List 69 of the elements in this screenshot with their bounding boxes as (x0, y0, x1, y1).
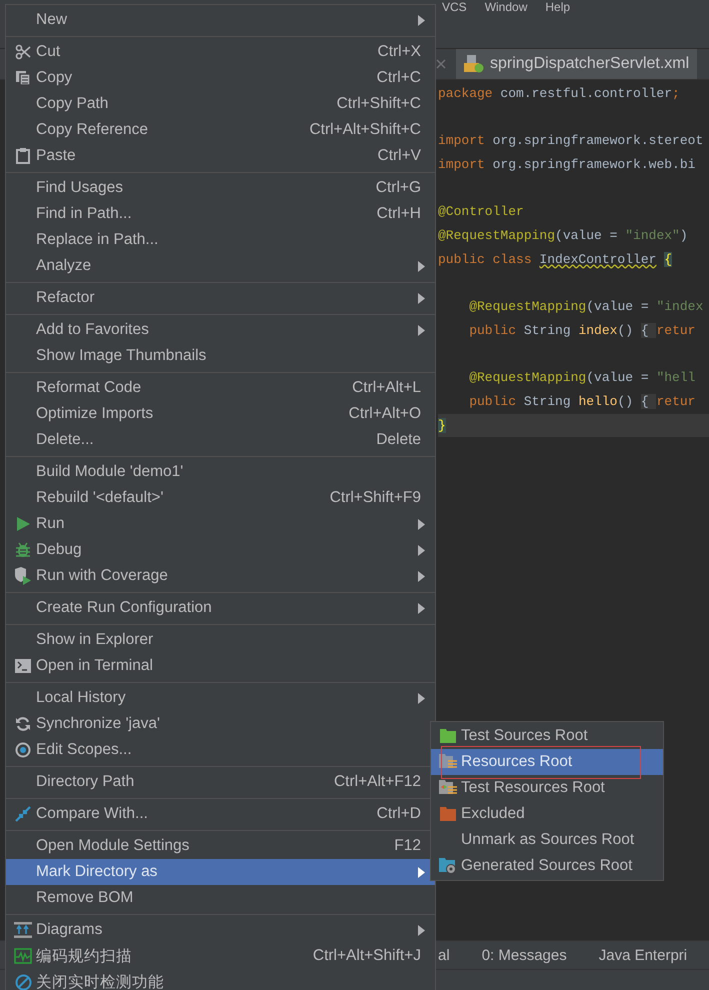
sync-icon (15, 716, 31, 732)
code-line: public String index() { retur (468, 322, 696, 340)
menu-item[interactable]: Refactor (6, 285, 435, 311)
menu-item[interactable]: Paste Ctrl+V (6, 143, 435, 169)
menu-item[interactable]: Run (6, 511, 435, 537)
menu-item[interactable]: Analyze (6, 253, 435, 279)
menu-item[interactable]: Reformat Code Ctrl+Alt+L (6, 375, 435, 401)
code-line: package com.restful.controller; (438, 85, 681, 103)
menu-item[interactable]: Build Module 'demo1' (6, 459, 435, 485)
menu-item[interactable]: Run with Coverage (6, 563, 435, 589)
menu-item[interactable]: Copy Ctrl+C (6, 65, 435, 91)
menu-item[interactable]: Create Run Configuration (6, 595, 435, 621)
bug-icon (15, 542, 31, 558)
gear-folder-icon (439, 858, 457, 874)
target-icon (15, 742, 31, 758)
code-line: @RequestMapping(value = "index (468, 298, 704, 316)
menu-item[interactable]: Find in Path... Ctrl+H (6, 201, 435, 227)
folder-icon (440, 729, 456, 743)
prohibited-icon (14, 974, 32, 990)
menu-item[interactable]: Test Resources Root (431, 775, 663, 801)
menu-item[interactable]: Resources Root (431, 749, 663, 775)
tool-window-tab[interactable]: Java Enterpri (598, 946, 688, 964)
code-line: @Controller (438, 203, 525, 222)
menu-item[interactable]: Mark Directory as (6, 859, 435, 885)
menu-item[interactable]: Find Usages Ctrl+G (6, 175, 435, 201)
xml-file-icon (464, 55, 484, 73)
compare-icon (15, 806, 31, 822)
code-line: public class IndexController { (438, 250, 674, 269)
menu-item[interactable]: New (6, 7, 435, 33)
terminal-icon (15, 659, 31, 673)
menu-bar-item[interactable]: VCS (442, 0, 467, 16)
clipboard-icon (15, 148, 31, 164)
menu-item[interactable]: Show in Explorer (6, 627, 435, 653)
menu-item[interactable]: Show Image Thumbnails (6, 343, 435, 369)
shield-play-icon (14, 567, 32, 585)
code-line: import org.springframework.web.bi (438, 156, 696, 174)
menu-item[interactable]: Open in Terminal (6, 653, 435, 679)
code-line: @RequestMapping(value = "index") (438, 227, 689, 246)
menu-item[interactable]: Debug (6, 537, 435, 563)
tool-window-tab[interactable]: al (438, 946, 450, 964)
menu-item[interactable]: Copy Reference Ctrl+Alt+Shift+C (6, 117, 435, 143)
play-icon (15, 516, 31, 532)
menu-bar-item[interactable]: Help (545, 0, 570, 16)
menu-bar-item[interactable]: Window (484, 0, 528, 16)
menu-item[interactable]: Diagrams (6, 917, 435, 943)
editor-tab[interactable]: springDispatcherServlet.xml (456, 49, 698, 79)
pulse-chart-icon (14, 948, 32, 964)
menu-item[interactable]: Optimize Imports Ctrl+Alt+O (6, 401, 435, 427)
menu-item[interactable]: Add to Favorites (6, 317, 435, 343)
folder-icon (440, 807, 456, 821)
menu-item[interactable]: Unmark as Sources Root (431, 827, 663, 853)
diagram-icon (14, 922, 32, 938)
menu-item[interactable]: Copy Path Ctrl+Shift+C (6, 91, 435, 117)
code-line: @RequestMapping(value = "hell (468, 369, 696, 388)
tool-window-tab[interactable]: 0: Messages (482, 946, 567, 964)
test-resources-folder-icon (439, 780, 457, 796)
code-line: public String hello() { retur (468, 392, 696, 411)
menu-item[interactable]: Local History (6, 685, 435, 711)
menu-item[interactable]: Cut Ctrl+X (6, 39, 435, 65)
menu-item[interactable]: Delete... Delete (6, 427, 435, 453)
close-icon[interactable] (436, 59, 446, 69)
menu-item[interactable]: 编码规约扫描 Ctrl+Alt+Shift+J (6, 943, 435, 969)
copy-icon (15, 70, 31, 86)
code-line: import org.springframework.stereot (438, 132, 704, 150)
scissors-icon (15, 44, 31, 60)
menu-item[interactable]: Replace in Path... (6, 227, 435, 253)
menu-item[interactable]: Remove BOM (6, 885, 435, 911)
resources-folder-icon (439, 754, 457, 770)
menu-item[interactable]: Rebuild '<default>' Ctrl+Shift+F9 (6, 485, 435, 511)
